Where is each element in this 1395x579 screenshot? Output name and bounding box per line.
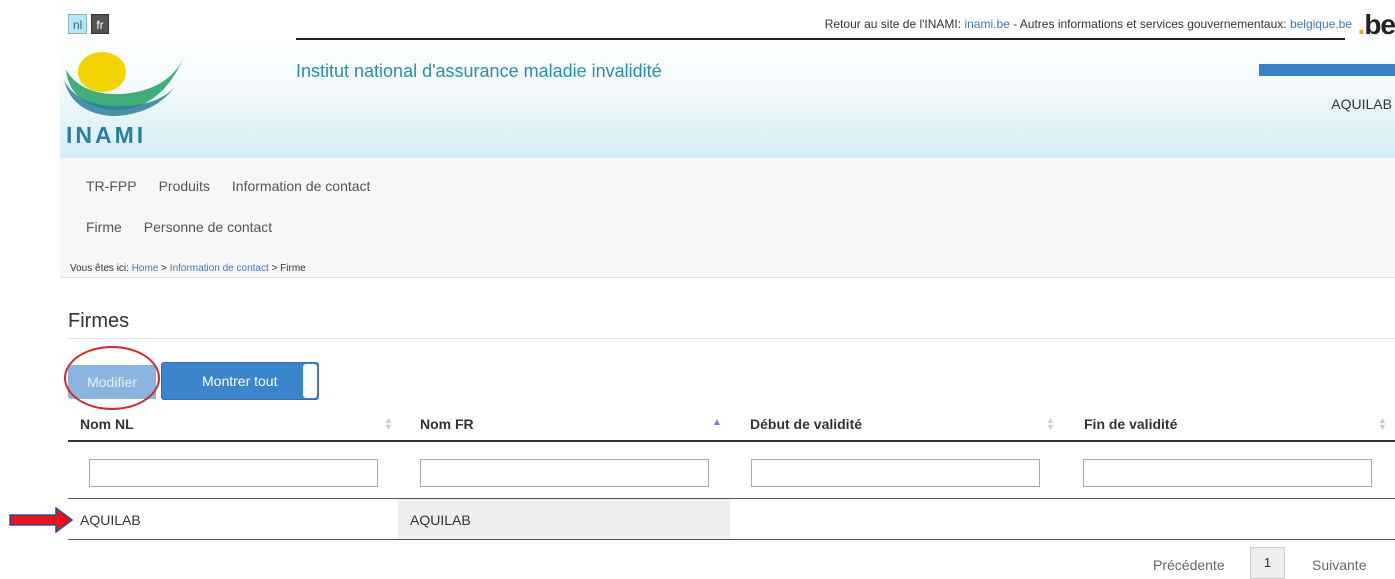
- primary-nav: TR-FPP Produits Information de contact: [86, 178, 370, 194]
- breadcrumb-sep: >: [268, 263, 281, 274]
- lang-fr-button[interactable]: fr: [91, 14, 109, 34]
- top-links: Retour au site de l'INAMI: inami.be - Au…: [825, 17, 1352, 31]
- filter-fin-validite-input[interactable]: [1083, 459, 1372, 487]
- cell-nom-fr[interactable]: AQUILAB: [410, 512, 471, 528]
- title-divider: [68, 338, 1395, 339]
- column-header-nom-fr[interactable]: Nom FR: [420, 416, 474, 432]
- row-divider: [68, 539, 1395, 540]
- sort-icon[interactable]: ▲ ▼: [1046, 416, 1055, 432]
- filter-nom-fr-input[interactable]: [420, 459, 709, 487]
- secondary-nav: Firme Personne de contact: [86, 219, 272, 235]
- lang-nl-button[interactable]: nl: [68, 14, 88, 34]
- navigation-area: [60, 158, 1395, 278]
- column-header-debut-validite[interactable]: Début de validité: [750, 416, 862, 432]
- table-row[interactable]: [68, 499, 1395, 539]
- nav-item-information-contact[interactable]: Information de contact: [232, 178, 371, 194]
- language-switcher: nl fr: [68, 14, 109, 34]
- annotation-circle: [64, 346, 160, 410]
- breadcrumb: Vous êtes ici: Home > Information de con…: [70, 263, 306, 274]
- institute-name: Institut national d'assurance maladie in…: [296, 61, 662, 81]
- belgium-be-logo[interactable]: .be: [1358, 10, 1395, 40]
- belgique-link[interactable]: belgique.be: [1290, 17, 1352, 31]
- montrer-tout-label: Montrer tout: [202, 373, 278, 389]
- pagination-previous[interactable]: Précédente: [1153, 557, 1225, 573]
- breadcrumb-prefix: Vous êtes ici:: [70, 263, 132, 274]
- filter-debut-validite-input[interactable]: [751, 459, 1040, 487]
- annotation-arrow-icon: [9, 507, 74, 533]
- header-band: [60, 40, 1395, 158]
- breadcrumb-home[interactable]: Home: [132, 263, 159, 274]
- page-title: Firmes: [68, 310, 130, 332]
- column-header-fin-validite[interactable]: Fin de validité: [1084, 416, 1177, 432]
- toggle-indicator: [303, 364, 317, 398]
- filter-nom-nl-input[interactable]: [89, 459, 378, 487]
- breadcrumb-contact[interactable]: Information de contact: [170, 263, 269, 274]
- breadcrumb-sep: >: [158, 263, 170, 274]
- breadcrumb-current: Firme: [280, 263, 306, 274]
- pagination-next[interactable]: Suivante: [1312, 557, 1366, 573]
- top-links-middle: - Autres informations et services gouver…: [1009, 17, 1290, 31]
- montrer-tout-button[interactable]: Montrer tout: [161, 362, 319, 400]
- sort-ascending-icon[interactable]: ▲: [712, 417, 722, 428]
- top-links-prefix: Retour au site de l'INAMI:: [824, 17, 965, 31]
- inami-link[interactable]: inami.be: [964, 17, 1009, 31]
- column-header-nom-nl[interactable]: Nom NL: [80, 416, 134, 432]
- nav-item-personne-contact[interactable]: Personne de contact: [144, 219, 272, 235]
- sort-icon[interactable]: ▲ ▼: [1378, 416, 1387, 432]
- nav-item-firme[interactable]: Firme: [86, 219, 122, 235]
- nav-item-tr-fpp[interactable]: TR-FPP: [86, 178, 137, 194]
- inami-logo-text: INAMI: [66, 122, 147, 148]
- cell-nom-nl[interactable]: AQUILAB: [80, 512, 141, 528]
- nav-item-produits[interactable]: Produits: [159, 178, 210, 194]
- user-name-redacted: [1259, 64, 1395, 76]
- pagination-page-1[interactable]: 1: [1250, 547, 1285, 579]
- company-name: AQUILAB: [1331, 96, 1392, 112]
- be-logo-text: be: [1364, 9, 1395, 40]
- sort-icon[interactable]: ▲ ▼: [384, 416, 393, 432]
- table-header-rule: [68, 440, 1395, 442]
